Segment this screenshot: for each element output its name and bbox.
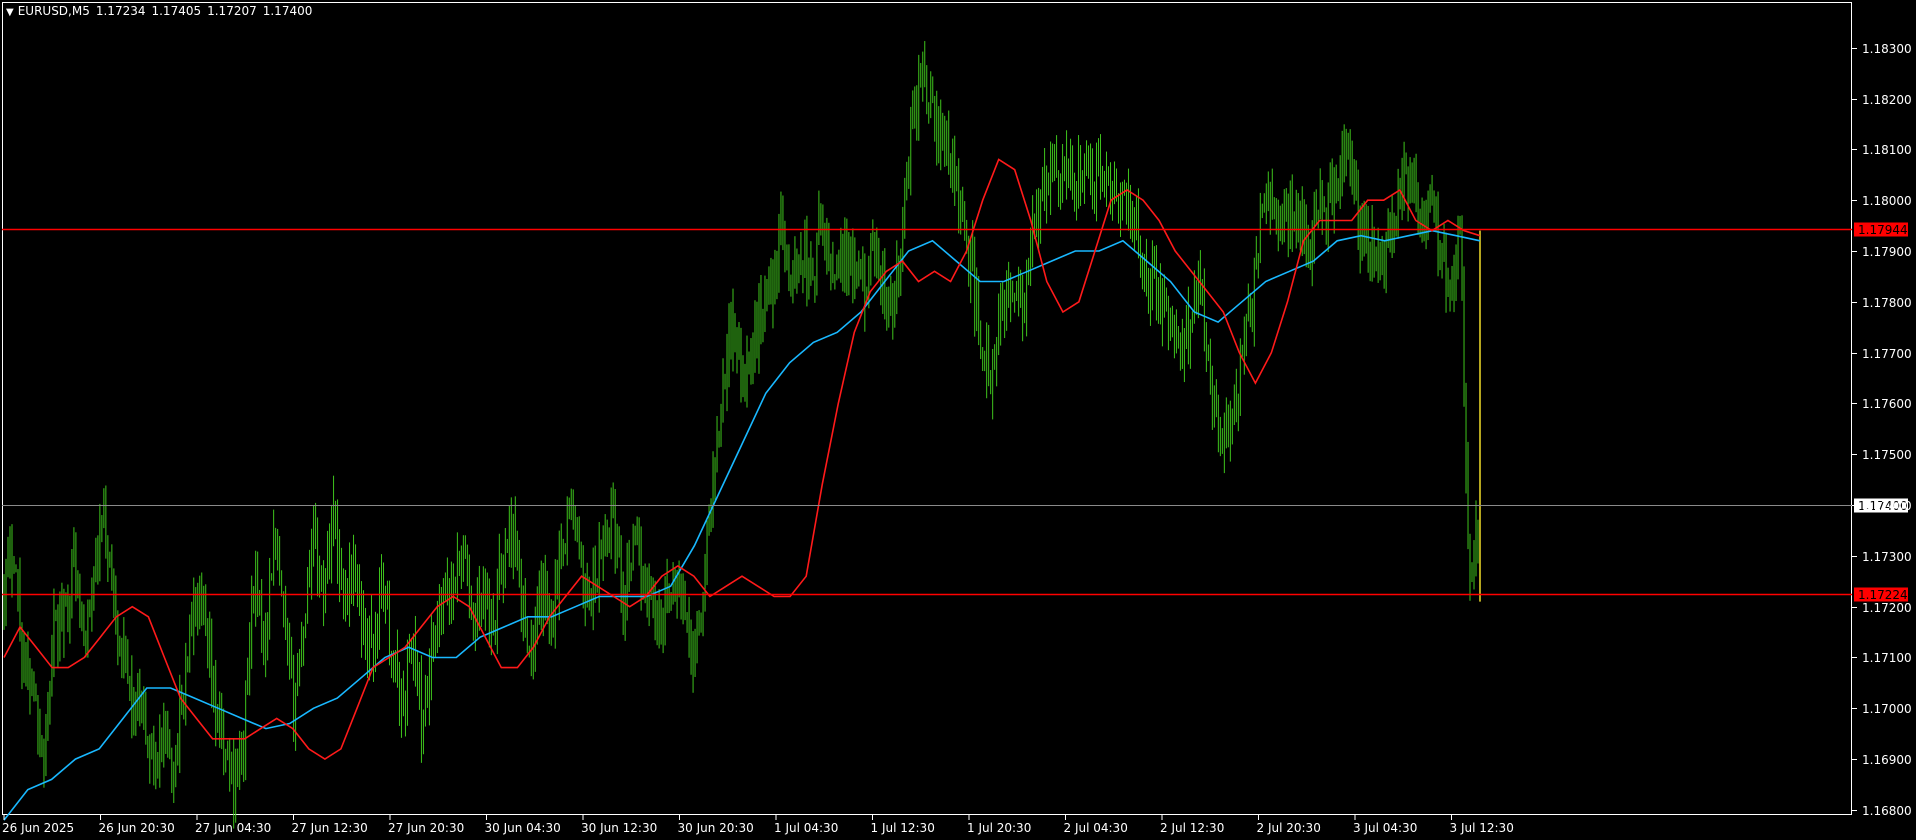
x-tick-label: 2 Jul 20:30	[1257, 821, 1321, 835]
price-label: 1.17944	[1858, 223, 1908, 237]
y-tick-label: 1.17300	[1862, 550, 1912, 564]
chart-window[interactable]: ▼ EURUSD,M5 1.17234 1.17405 1.17207 1.17400 1…	[0, 0, 1916, 840]
x-tick-label: 26 Jun 2025	[2, 821, 74, 835]
x-tick-label: 3 Jul 12:30	[1450, 821, 1514, 835]
y-tick-label: 1.16900	[1862, 753, 1912, 767]
price-label: 1.17224	[1858, 588, 1908, 602]
y-tick-label: 1.17700	[1862, 347, 1912, 361]
y-tick-label: 1.17500	[1862, 448, 1912, 462]
x-tick-label: 3 Jul 04:30	[1353, 821, 1417, 835]
x-tick-label: 2 Jul 04:30	[1064, 821, 1128, 835]
y-tick-label: 1.17900	[1862, 245, 1912, 259]
y-tick-label: 1.17200	[1862, 601, 1912, 615]
x-tick-label: 1 Jul 12:30	[871, 821, 935, 835]
ma-slow-line	[3, 229, 1481, 821]
y-tick-label: 1.17800	[1862, 296, 1912, 310]
plot-frame	[2, 2, 1852, 815]
price-chart[interactable]: 1.17944 1.17400 1.17224 1.18300 1.18200 1.181…	[0, 0, 1916, 840]
x-tick-label: 1 Jul 04:30	[774, 821, 838, 835]
y-tick-label: 1.17100	[1862, 651, 1912, 665]
y-tick-label: 1.17400	[1862, 499, 1912, 513]
y-tick-label: 1.18000	[1862, 194, 1912, 208]
x-tick-label: 27 Jun 12:30	[292, 821, 368, 835]
x-tick-label: 30 Jun 20:30	[678, 821, 754, 835]
x-tick-label: 1 Jul 20:30	[967, 821, 1031, 835]
x-tick-label: 26 Jun 20:30	[99, 821, 175, 835]
y-tick-label: 1.16800	[1862, 804, 1912, 818]
x-tick-label: 27 Jun 04:30	[195, 821, 271, 835]
x-tick-label: 30 Jun 04:30	[485, 821, 561, 835]
y-tick-label: 1.18200	[1862, 93, 1912, 107]
x-tick-label: 2 Jul 12:30	[1160, 821, 1224, 835]
x-tick-label: 27 Jun 20:30	[388, 821, 464, 835]
y-tick-label: 1.18100	[1862, 143, 1912, 157]
y-tick-label: 1.18300	[1862, 42, 1912, 56]
ma-fast-line	[3, 158, 1481, 761]
y-tick-label: 1.17000	[1862, 702, 1912, 716]
y-tick-label: 1.17600	[1862, 397, 1912, 411]
x-tick-label: 30 Jun 12:30	[581, 821, 657, 835]
